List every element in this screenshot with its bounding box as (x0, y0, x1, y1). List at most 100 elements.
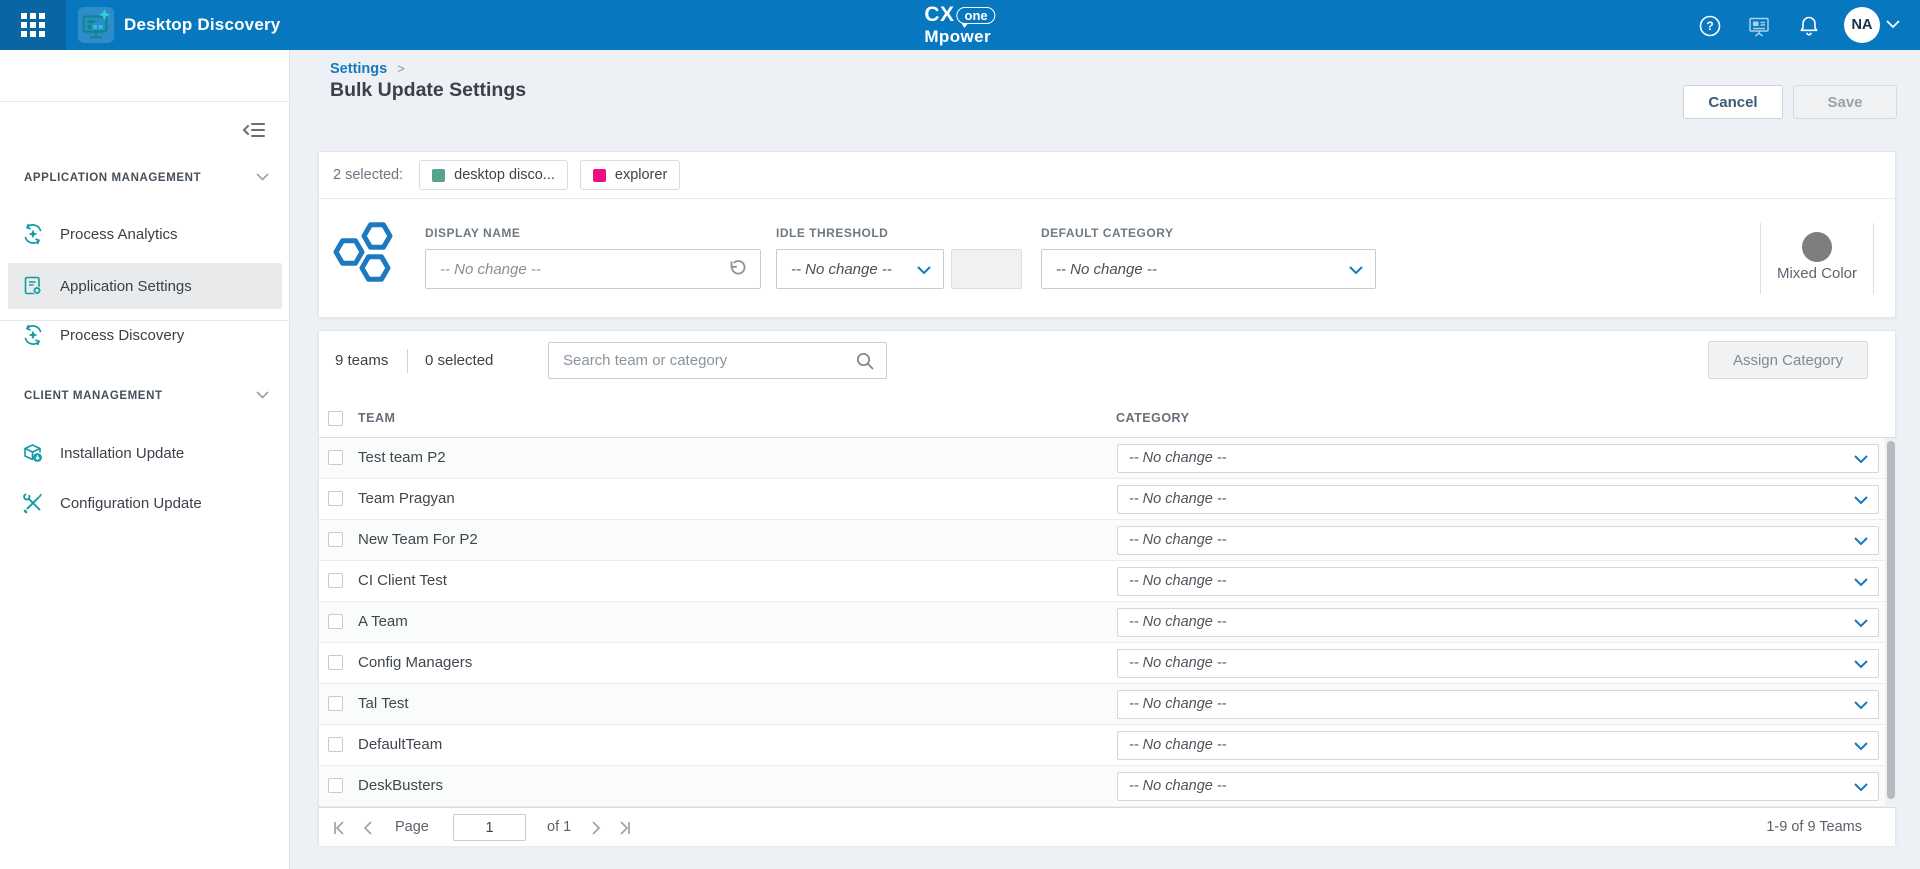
scrollbar-thumb[interactable] (1887, 441, 1895, 799)
waffle-grid-icon (21, 13, 45, 37)
sidebar-item-installation-update[interactable]: Installation Update (8, 430, 282, 476)
table-row: Test team P2 -- No change -- (319, 438, 1895, 479)
row-checkbox[interactable] (328, 532, 343, 547)
team-name: A Team (358, 613, 408, 630)
color-picker-button[interactable]: Mixed Color (1760, 223, 1874, 294)
select-all-checkbox[interactable] (328, 411, 343, 426)
page-number-input[interactable] (453, 814, 526, 841)
idle-threshold-select[interactable]: -- No change -- (776, 249, 944, 289)
select-value: -- No change -- (1056, 261, 1157, 278)
section-client-management[interactable]: CLIENT MANAGEMENT (24, 390, 274, 402)
row-category-value: -- No change -- (1129, 696, 1227, 712)
row-category-select[interactable]: -- No change -- (1117, 526, 1879, 555)
breadcrumb-separator: > (397, 61, 405, 76)
chevron-down-icon (1854, 660, 1868, 669)
row-category-select[interactable]: -- No change -- (1117, 485, 1879, 514)
table-row: Tal Test -- No change -- (319, 684, 1895, 725)
presentation-icon[interactable] (1747, 14, 1771, 38)
reset-icon[interactable] (727, 259, 747, 279)
sidebar: APPLICATION MANAGEMENT Process Analytics… (0, 50, 290, 869)
team-search-input[interactable] (549, 343, 886, 378)
avatar[interactable]: NA (1844, 7, 1880, 43)
logo-mpower-text: Mpower (924, 27, 995, 46)
teams-count-label: 9 teams (335, 352, 388, 369)
chevron-down-icon (1854, 619, 1868, 628)
team-name: DeskBusters (358, 777, 443, 794)
row-checkbox[interactable] (328, 778, 343, 793)
sidebar-item-configuration-update[interactable]: Configuration Update (8, 480, 282, 526)
table-row: DefaultTeam -- No change -- (319, 725, 1895, 766)
mixed-color-swatch (1802, 232, 1832, 262)
selected-app-chip[interactable]: desktop disco... (419, 160, 568, 190)
row-category-select[interactable]: -- No change -- (1117, 731, 1879, 760)
row-category-value: -- No change -- (1129, 778, 1227, 794)
idle-threshold-label: IDLE THRESHOLD (776, 226, 888, 240)
divider (0, 320, 290, 321)
sidebar-item-application-settings[interactable]: Application Settings (8, 263, 282, 309)
team-name: Test team P2 (358, 449, 446, 466)
configuration-update-icon (22, 492, 44, 514)
sidebar-item-label: Configuration Update (60, 495, 202, 512)
breadcrumb-settings-link[interactable]: Settings (330, 61, 387, 77)
sidebar-item-process-discovery[interactable]: Process Discovery (8, 312, 282, 358)
row-category-value: -- No change -- (1129, 737, 1227, 753)
logo-one-bubble: one (957, 7, 996, 24)
select-value: -- No change -- (791, 261, 892, 278)
table-row: Config Managers -- No change -- (319, 643, 1895, 684)
chevron-down-icon (1854, 455, 1868, 464)
pagination-bar: Page of 1 1-9 of 9 Teams (319, 807, 1895, 846)
first-page-icon[interactable] (331, 820, 347, 836)
row-checkbox[interactable] (328, 450, 343, 465)
display-name-input[interactable] (425, 249, 761, 289)
last-page-icon[interactable] (617, 820, 633, 836)
row-checkbox[interactable] (328, 737, 343, 752)
row-checkbox[interactable] (328, 696, 343, 711)
sidebar-item-label: Application Settings (60, 278, 192, 295)
row-category-select[interactable]: -- No change -- (1117, 444, 1879, 473)
assign-category-button[interactable]: Assign Category (1708, 341, 1868, 379)
row-category-select[interactable]: -- No change -- (1117, 772, 1879, 801)
team-name: DefaultTeam (358, 736, 442, 753)
app-title: Desktop Discovery (124, 0, 280, 50)
default-category-select[interactable]: -- No change -- (1041, 249, 1376, 289)
previous-page-icon[interactable] (361, 820, 377, 836)
application-settings-icon (22, 275, 44, 297)
help-icon[interactable]: ? (1698, 14, 1722, 38)
chip-label: explorer (615, 167, 667, 183)
logo-cx-text: CX (924, 5, 954, 25)
top-bar: Desktop Discovery CX one Mpower ? NA (0, 0, 1920, 50)
notifications-bell-icon[interactable] (1797, 14, 1821, 38)
row-category-select[interactable]: -- No change -- (1117, 608, 1879, 637)
section-application-management[interactable]: APPLICATION MANAGEMENT (24, 172, 274, 184)
collapse-sidebar-icon[interactable] (242, 120, 266, 140)
row-checkbox[interactable] (328, 655, 343, 670)
teams-selected-label: 0 selected (425, 352, 493, 369)
divider (0, 101, 290, 102)
row-checkbox[interactable] (328, 573, 343, 588)
team-name: Tal Test (358, 695, 409, 712)
team-name: Config Managers (358, 654, 472, 671)
next-page-icon[interactable] (587, 820, 603, 836)
row-category-select[interactable]: -- No change -- (1117, 567, 1879, 596)
row-category-select[interactable]: -- No change -- (1117, 649, 1879, 678)
save-button[interactable]: Save (1793, 85, 1897, 119)
row-category-value: -- No change -- (1129, 655, 1227, 671)
cxone-mpower-logo: CX one Mpower (924, 5, 995, 46)
chevron-down-icon (1854, 701, 1868, 710)
app-launcher-button[interactable] (0, 0, 66, 50)
row-checkbox[interactable] (328, 491, 343, 506)
row-category-value: -- No change -- (1129, 573, 1227, 589)
sidebar-item-process-analytics[interactable]: Process Analytics (8, 211, 282, 257)
app-color-swatch (432, 169, 445, 182)
idle-threshold-value-input[interactable] (951, 249, 1022, 289)
scrollbar-track[interactable] (1885, 438, 1897, 807)
selected-app-chip[interactable]: explorer (580, 160, 680, 190)
mixed-color-label: Mixed Color (1761, 265, 1873, 282)
row-category-select[interactable]: -- No change -- (1117, 690, 1879, 719)
user-menu-chevron-icon[interactable] (1886, 20, 1900, 29)
bulk-update-form-card: 2 selected: desktop disco... explorer DI… (318, 151, 1896, 318)
row-checkbox[interactable] (328, 614, 343, 629)
search-icon[interactable] (855, 351, 875, 371)
selected-apps-row: 2 selected: desktop disco... explorer (319, 152, 1895, 199)
cancel-button[interactable]: Cancel (1683, 85, 1783, 119)
